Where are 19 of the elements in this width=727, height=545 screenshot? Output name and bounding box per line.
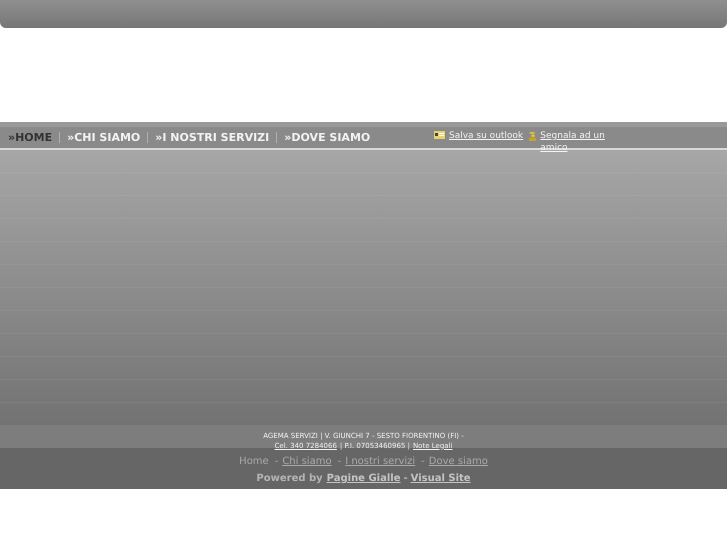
separator-text: - — [274, 456, 278, 467]
nav-link[interactable]: »DOVE SIAMO — [284, 131, 370, 144]
action-link[interactable]: Segnala ad un amico — [540, 130, 616, 154]
separator-text: - — [403, 473, 408, 484]
person-icon — [529, 131, 536, 142]
nav-link[interactable]: »HOME — [8, 131, 52, 144]
footer-link[interactable]: I nostri servizi — [345, 456, 416, 467]
powered-link[interactable]: Pagine Gialle — [326, 473, 400, 484]
separator-text: - — [421, 456, 425, 467]
nav-link[interactable]: »CHI SIAMO — [67, 131, 140, 144]
footer-home-text: Home — [239, 456, 269, 467]
footer-link[interactable]: Chi siamo — [282, 456, 332, 467]
card-icon — [434, 131, 445, 139]
action-link[interactable]: Salva su outlook — [449, 131, 524, 141]
powered-by-text: Powered by — [256, 473, 323, 484]
nav-link[interactable]: »I NOSTRI SERVIZI — [155, 131, 270, 144]
powered-link[interactable]: Visual Site — [410, 473, 471, 484]
footer-link[interactable]: Dove siamo — [428, 456, 488, 467]
separator-text: - — [338, 456, 342, 467]
